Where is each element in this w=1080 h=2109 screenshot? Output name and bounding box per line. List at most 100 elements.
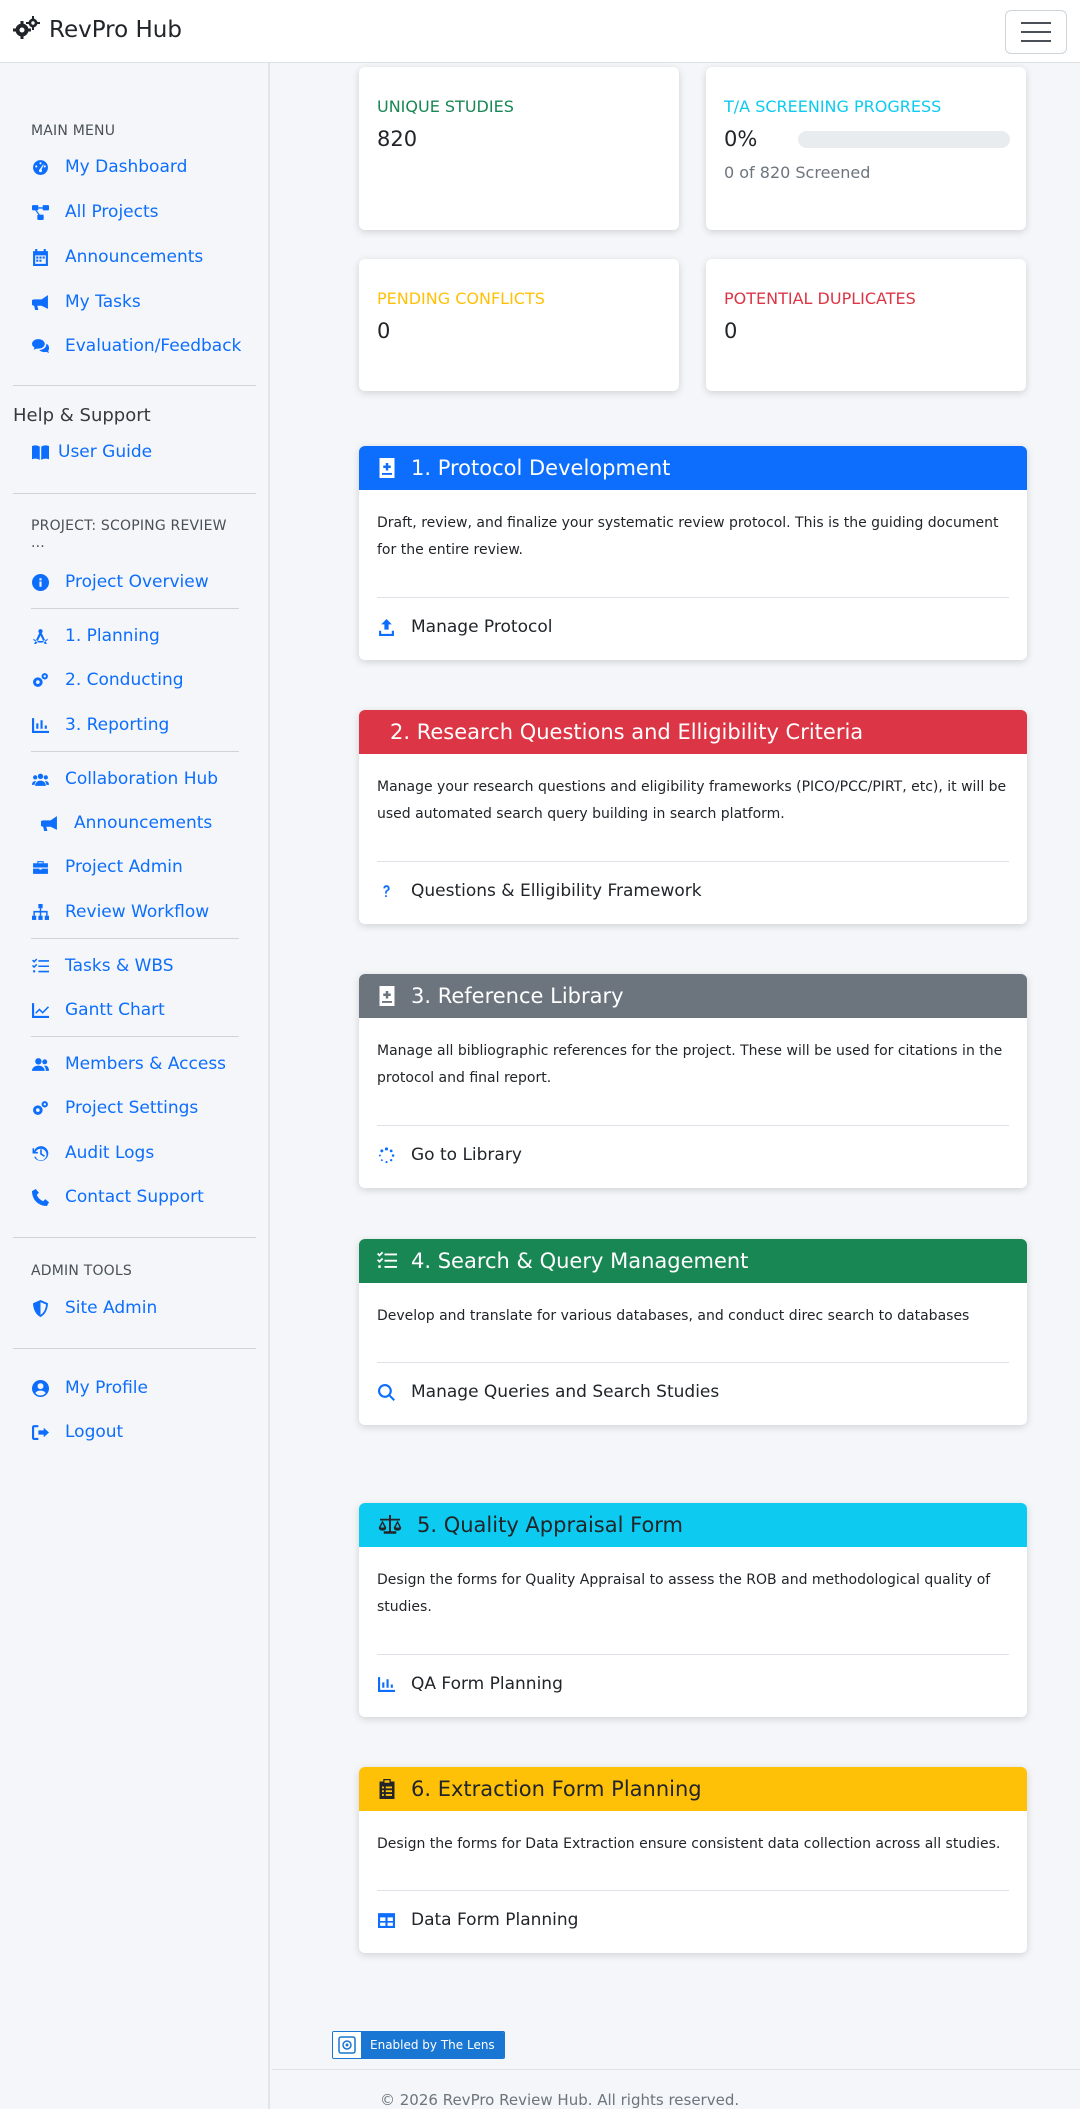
brand[interactable]: RevPro Hub: [13, 16, 182, 44]
search-icon: [377, 1383, 395, 1401]
table-icon: [377, 1911, 395, 1929]
sidebar-item-project-overview[interactable]: Project Overview: [31, 567, 209, 597]
sidebar-item-my-dashboard[interactable]: My Dashboard: [31, 152, 187, 182]
sidebar-item-label: 2. Conducting: [65, 670, 184, 690]
go-to-library-link[interactable]: Go to Library: [377, 1145, 522, 1165]
stat-value: 0: [724, 319, 738, 343]
info-circle-icon: [31, 573, 50, 592]
section-header: 3. Reference Library: [359, 974, 1027, 1018]
spinner-icon: [377, 1146, 395, 1164]
sidebar-item-reporting[interactable]: 3. Reporting: [31, 710, 169, 740]
stat-value: 0: [377, 319, 391, 343]
megaphone-icon: [31, 293, 50, 312]
sidebar-item-my-profile[interactable]: My Profile: [31, 1373, 148, 1403]
history-icon: [31, 1144, 50, 1163]
questions-framework-link[interactable]: Questions & Elligibility Framework: [377, 881, 702, 901]
file-medical-icon: [379, 986, 395, 1006]
section-header: 6. Extraction Form Planning: [359, 1767, 1027, 1811]
sidebar-item-label: Review Workflow: [65, 902, 210, 922]
book-icon: [31, 443, 50, 462]
sidebar-item-label: My Tasks: [65, 292, 141, 312]
chart-bar-icon: [377, 1675, 395, 1693]
sidebar-item-planning[interactable]: 1. Planning: [31, 621, 160, 651]
comments-icon: [31, 337, 50, 356]
sidebar-item-label: Announcements: [65, 247, 204, 267]
section-card-search-query: 4. Search & Query Management Develop and…: [359, 1239, 1027, 1425]
divider: [13, 385, 256, 386]
sign-out-icon: [31, 1423, 50, 1442]
sidebar-item-label: Tasks & WBS: [65, 956, 174, 976]
manage-protocol-link[interactable]: Manage Protocol: [377, 617, 552, 637]
section-description: Design the forms for Data Extraction ens…: [377, 1836, 1001, 1852]
stat-card-screening-progress: T/A SCREENING PROGRESS 0% 0 of 820 Scree…: [706, 67, 1026, 230]
stat-card-unique-studies: UNIQUE STUDIES 820: [359, 67, 679, 230]
main-menu-heading: MAIN MENU: [31, 123, 116, 139]
users-icon: [31, 770, 50, 789]
sidebar-item-audit-logs[interactable]: Audit Logs: [31, 1138, 154, 1168]
sidebar-item-project-announcements[interactable]: Announcements: [40, 808, 212, 838]
scale-balanced-icon: [378, 1515, 402, 1534]
sidebar-item-all-projects[interactable]: All Projects: [31, 197, 159, 227]
sidebar-item-site-admin[interactable]: Site Admin: [31, 1293, 157, 1323]
user-group-icon: [31, 1055, 50, 1074]
sidebar-item-conducting[interactable]: 2. Conducting: [31, 665, 184, 695]
section-header: 1. Protocol Development: [359, 446, 1027, 490]
divider: [377, 1654, 1009, 1655]
admin-tools-heading: ADMIN TOOLS: [31, 1263, 132, 1279]
sidebar-item-project-admin[interactable]: Project Admin: [31, 852, 183, 882]
sidebar-item-logout[interactable]: Logout: [31, 1417, 123, 1447]
footer-copyright: © 2026 RevPro Review Hub. All rights res…: [380, 2091, 740, 2109]
chart-line-icon: [31, 1001, 50, 1020]
lens-badge[interactable]: Enabled by The Lens: [332, 2031, 505, 2059]
sidebar-item-label: Project Settings: [65, 1098, 199, 1118]
sidebar-item-review-workflow[interactable]: Review Workflow: [31, 897, 209, 927]
sidebar-item-gantt-chart[interactable]: Gantt Chart: [31, 995, 165, 1025]
project-heading-overflow: ...: [31, 535, 45, 551]
sidebar-item-label: Announcements: [74, 813, 213, 833]
divider: [377, 1362, 1009, 1363]
upload-icon: [377, 618, 395, 636]
lens-badge-text: Enabled by The Lens: [361, 2032, 504, 2058]
cogs-icon: [13, 16, 41, 44]
section-title: 6. Extraction Form Planning: [411, 1777, 702, 1801]
help-heading: Help & Support: [13, 405, 151, 426]
section-description: Manage all bibliographic references for …: [377, 1043, 1003, 1086]
section-card-research-questions: 2. Research Questions and Elligibility C…: [359, 710, 1027, 924]
sidebar-item-project-settings[interactable]: Project Settings: [31, 1093, 198, 1123]
sidebar-item-tasks-wbs[interactable]: Tasks & WBS: [31, 951, 174, 981]
toolbox-icon: [31, 858, 50, 877]
sidebar-item-user-guide[interactable]: User Guide: [31, 437, 152, 467]
sidebar-item-label: Contact Support: [65, 1187, 204, 1207]
section-title: 2. Research Questions and Elligibility C…: [390, 720, 864, 744]
stat-subtext: 0 of 820 Screened: [724, 163, 871, 182]
section-card-quality-appraisal: 5. Quality Appraisal Form Design the for…: [359, 1503, 1027, 1717]
sidebar-item-announcements[interactable]: Announcements: [31, 242, 203, 272]
dashboard-icon: [31, 158, 50, 177]
link-label: Manage Protocol: [411, 617, 553, 637]
sidebar-item-members-access[interactable]: Members & Access: [31, 1049, 226, 1079]
manage-queries-link[interactable]: Manage Queries and Search Studies: [377, 1382, 719, 1402]
calendar-icon: [31, 248, 50, 267]
data-form-planning-link[interactable]: Data Form Planning: [377, 1910, 578, 1930]
stat-label: UNIQUE STUDIES: [377, 97, 514, 116]
brand-name: RevPro Hub: [49, 17, 182, 43]
section-title: 5. Quality Appraisal Form: [417, 1513, 684, 1537]
megaphone-icon: [40, 814, 59, 833]
menu-toggle-button[interactable]: [1005, 10, 1067, 54]
divider: [31, 938, 239, 939]
divider: [31, 608, 239, 609]
divider: [377, 1125, 1009, 1126]
sidebar-item-label: All Projects: [65, 202, 159, 222]
sidebar-item-collaboration-hub[interactable]: Collaboration Hub: [31, 764, 218, 794]
qa-form-planning-link[interactable]: QA Form Planning: [377, 1674, 563, 1694]
section-description: Develop and translate for various databa…: [377, 1308, 970, 1324]
sidebar-item-my-tasks[interactable]: My Tasks: [31, 287, 141, 317]
sidebar-item-contact-support[interactable]: Contact Support: [31, 1182, 204, 1212]
sidebar-item-label: User Guide: [58, 442, 153, 462]
sidebar-item-label: Logout: [65, 1422, 124, 1442]
sidebar-item-evaluation-feedback[interactable]: Evaluation/Feedback: [31, 331, 241, 361]
question-icon: [377, 882, 395, 900]
section-description: Manage your research questions and eligi…: [377, 779, 1007, 822]
sidebar-item-label: 1. Planning: [65, 626, 160, 646]
chart-bar-icon: [31, 716, 50, 735]
